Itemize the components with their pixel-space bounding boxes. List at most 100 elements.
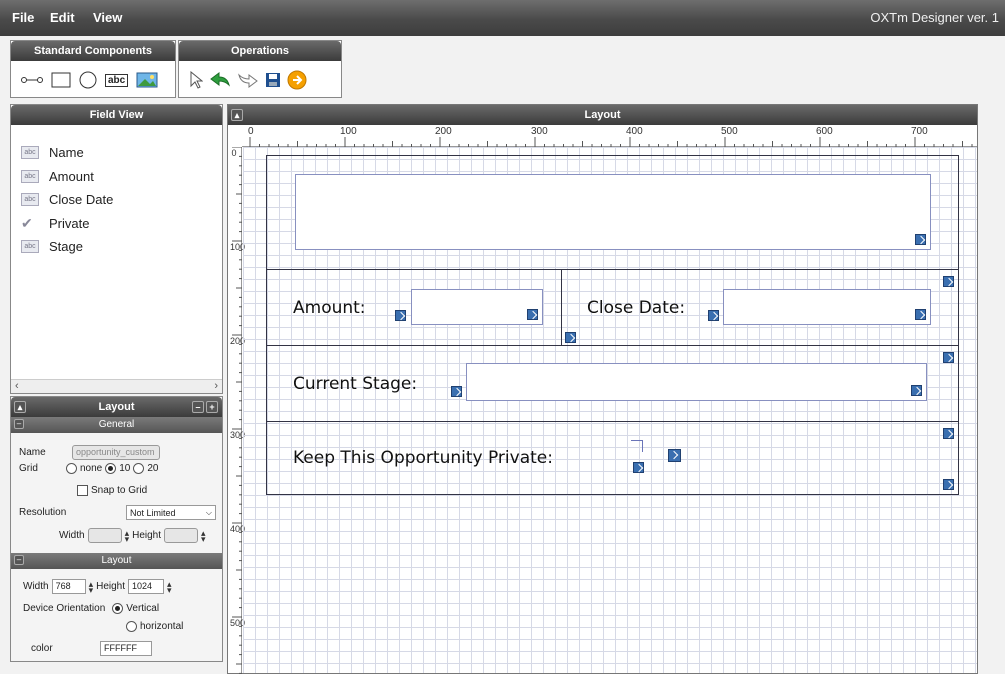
field-item-label: Stage [49, 239, 83, 255]
minus-icon[interactable]: – [192, 401, 204, 413]
grid-10-radio[interactable] [105, 463, 117, 474]
connector-tool-icon[interactable] [21, 70, 43, 90]
field-item-stage[interactable]: abc Stage [21, 235, 113, 259]
orientation-horizontal-label: horizontal [140, 621, 184, 632]
width-input[interactable] [87, 528, 122, 543]
circle-tool-icon[interactable] [79, 70, 97, 90]
snap-to-grid-checkbox[interactable] [77, 485, 88, 496]
name-row: Name opportunity_custom [19, 445, 160, 460]
menu-file[interactable]: File [12, 10, 34, 25]
grid-row: Grid none 10 20 [19, 463, 159, 474]
current-stage-label[interactable]: Current Stage: [293, 374, 417, 394]
height-input[interactable] [164, 528, 198, 543]
orientation-label: Device Orientation [23, 603, 106, 614]
resize-handle-icon[interactable] [943, 352, 954, 363]
scroll-left-icon[interactable]: ‹ [15, 380, 19, 392]
resize-handle-icon[interactable] [915, 234, 926, 245]
name-field-frame[interactable] [295, 174, 931, 250]
orientation-vertical-radio[interactable] [112, 603, 124, 614]
field-item-close-date[interactable]: abc Close Date [21, 188, 113, 212]
design-grid[interactable]: Amount: Close Date: Current Stage: Keep … [243, 147, 977, 673]
collapse-icon[interactable]: ▴ [231, 109, 243, 121]
name-input[interactable]: opportunity_custom [72, 445, 160, 460]
next-icon[interactable] [287, 70, 307, 90]
resize-handle-icon[interactable] [943, 276, 954, 287]
private-label[interactable]: Keep This Opportunity Private: [293, 448, 553, 468]
snap-row: Snap to Grid [77, 485, 147, 496]
resize-handle-icon[interactable] [527, 309, 538, 320]
resize-handle-icon[interactable] [911, 385, 922, 396]
private-checkbox-widget-icon[interactable] [668, 449, 681, 462]
device-height-spinner-icon[interactable]: ▴ ▾ [167, 579, 172, 594]
field-item-name[interactable]: abc Name [21, 141, 113, 165]
resolution-select[interactable]: Not Limited ⌵ [126, 505, 216, 520]
header-section[interactable] [266, 155, 959, 270]
collapse-icon[interactable]: ▴ [14, 401, 26, 413]
height-spinner-icon[interactable]: ▴ ▾ [201, 528, 206, 543]
resize-handle-icon[interactable] [915, 309, 926, 320]
ruler-tick-label: 500 [230, 618, 246, 628]
height-label: Height [132, 530, 161, 541]
plus-icon[interactable]: + [206, 401, 218, 413]
orientation-row: Device Orientation Vertical [23, 603, 159, 614]
canvas-title-text: Layout [584, 109, 621, 121]
ruler-vertical: 0 100 200 300 400 500 [228, 147, 246, 674]
label-tool-icon[interactable]: abc [105, 70, 129, 90]
field-view-title: Field View [11, 105, 222, 125]
grid-20-radio[interactable] [133, 463, 145, 474]
grid-none-radio[interactable] [66, 463, 77, 474]
resize-handle-icon[interactable] [943, 428, 954, 439]
device-width-spinner-icon[interactable]: ▴ ▾ [89, 579, 94, 594]
undo-icon[interactable] [209, 70, 231, 90]
field-view-scrollbar[interactable]: ‹ › [11, 379, 222, 393]
close-date-field-frame[interactable] [723, 289, 931, 325]
device-width-label: Width [23, 581, 49, 592]
amount-field-frame[interactable] [411, 289, 543, 325]
collapse-icon[interactable]: – [14, 555, 24, 565]
field-item-amount[interactable]: abc Amount [21, 165, 113, 189]
orientation-horizontal-radio[interactable] [126, 621, 137, 632]
resize-handle-icon[interactable] [565, 332, 576, 343]
collapse-icon[interactable]: – [14, 419, 24, 429]
device-size-row: Width 768 ▴ ▾ Height 1024 ▴ ▾ [23, 579, 172, 594]
color-input[interactable]: FFFFFF [100, 641, 152, 656]
field-item-private[interactable]: ✔ Private [21, 212, 113, 236]
properties-title-text: Layout [98, 401, 135, 413]
image-tool-icon[interactable] [136, 70, 158, 90]
menu-edit[interactable]: Edit [50, 10, 75, 25]
device-width-input[interactable]: 768 [51, 579, 86, 594]
scroll-right-icon[interactable]: › [214, 380, 218, 392]
chevron-down-icon: ⌵ [205, 507, 212, 517]
resize-handle-icon[interactable] [633, 462, 644, 473]
column-divider [561, 270, 562, 346]
close-date-label[interactable]: Close Date: [587, 298, 685, 318]
stage-section[interactable]: Current Stage: [266, 345, 959, 422]
private-section[interactable]: Keep This Opportunity Private: [266, 421, 959, 495]
width-spinner-icon[interactable]: ▴ ▾ [125, 528, 130, 543]
menu-view[interactable]: View [93, 10, 122, 25]
device-height-input[interactable]: 1024 [128, 579, 164, 594]
redo-icon[interactable] [237, 70, 259, 90]
size-row: Width ▴ ▾ Height ▴ ▾ [59, 528, 206, 543]
resize-handle-icon[interactable] [451, 386, 462, 397]
field-view-panel: Field View abc Name abc Amount abc Close… [10, 104, 223, 394]
stage-field-frame[interactable] [466, 363, 927, 401]
rectangle-tool-icon[interactable] [51, 70, 71, 90]
operations-title: Operations [179, 41, 341, 61]
field-list: abc Name abc Amount abc Close Date ✔ Pri… [21, 141, 113, 259]
resize-handle-icon[interactable] [943, 479, 954, 490]
operations-panel: Operations [178, 40, 342, 98]
resize-handle-icon[interactable] [395, 310, 406, 321]
amount-close-section[interactable]: Amount: Close Date: [266, 269, 959, 346]
resize-handle-icon[interactable] [708, 310, 719, 321]
menu-bar: File Edit View OXTm Designer ver. 1 [0, 0, 1005, 36]
frame-corner [631, 440, 643, 452]
text-field-icon: abc [21, 193, 39, 207]
grid-10-label: 10 [119, 463, 131, 474]
save-icon[interactable] [265, 70, 281, 90]
field-item-label: Amount [49, 168, 94, 184]
standard-components-toolbar: abc [11, 63, 175, 97]
ruler-tick-label: 0 [248, 126, 254, 137]
amount-label[interactable]: Amount: [293, 298, 366, 318]
pointer-tool-icon[interactable] [189, 70, 203, 90]
